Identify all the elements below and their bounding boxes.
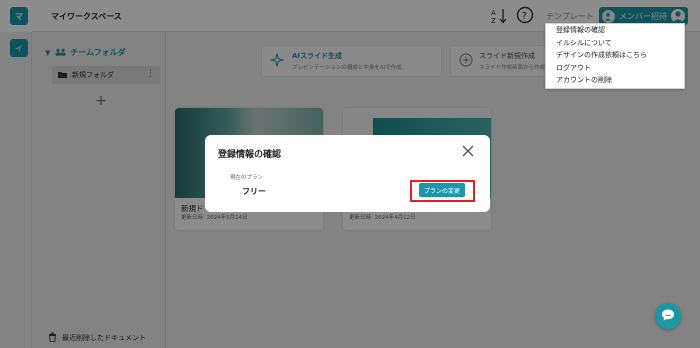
account-info-modal: 登録情報の確認 現在のプラン フリー プランの変更: [205, 135, 490, 212]
menu-item-account-info[interactable]: 登録情報の確認: [546, 24, 684, 37]
account-menu: 登録情報の確認 イルシルについて デザインの作成依頼はこちら ログアウト アカウ…: [545, 23, 685, 89]
change-plan-button[interactable]: プランの変更: [419, 183, 465, 197]
current-plan-label: 現在のプラン: [230, 175, 264, 181]
chat-button[interactable]: [655, 303, 681, 329]
menu-item-about[interactable]: イルシルについて: [546, 37, 684, 50]
modal-title: 登録情報の確認: [218, 150, 282, 160]
menu-item-design-request[interactable]: デザインの作成依頼はこちら: [546, 49, 684, 62]
menu-item-logout[interactable]: ログアウト: [546, 62, 684, 75]
current-plan-value: フリー: [242, 187, 266, 196]
close-icon[interactable]: [461, 144, 475, 158]
menu-item-delete-account[interactable]: アカウントの削除: [546, 74, 684, 87]
chat-icon: [661, 308, 675, 324]
